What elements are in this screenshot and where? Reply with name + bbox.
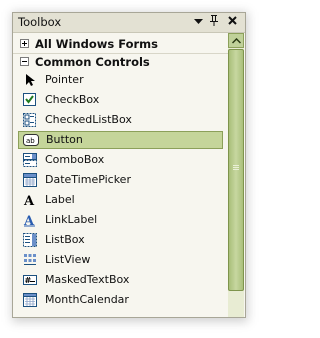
toolbox-titlebar: Toolbox bbox=[13, 13, 245, 33]
vertical-scrollbar[interactable] bbox=[228, 33, 244, 317]
grip-line bbox=[233, 165, 239, 166]
toolbox-item-pointer[interactable]: Pointer bbox=[18, 71, 223, 89]
toolbox-panel: Toolbox All Windows Forms Common Control… bbox=[12, 12, 246, 318]
collapse-minus-icon[interactable] bbox=[20, 57, 29, 66]
listbox-icon bbox=[23, 232, 37, 247]
window-position-dropdown-icon[interactable] bbox=[191, 14, 205, 30]
maskedtextbox-icon: # bbox=[23, 272, 37, 286]
linklabel-icon: A bbox=[23, 212, 37, 229]
category-label: Common Controls bbox=[35, 55, 150, 69]
toolbox-item-partial bbox=[18, 311, 223, 317]
item-label: Pointer bbox=[45, 73, 84, 86]
svg-text:A: A bbox=[23, 214, 35, 227]
toolbox-item-checkbox[interactable]: CheckBox bbox=[18, 91, 223, 109]
item-label: CheckedListBox bbox=[45, 113, 132, 126]
scrollbar-thumb[interactable] bbox=[228, 49, 244, 291]
toolbox-title: Toolbox bbox=[18, 15, 62, 29]
datetimepicker-icon bbox=[23, 172, 37, 187]
item-label: CheckBox bbox=[45, 93, 100, 106]
category-label: All Windows Forms bbox=[35, 37, 158, 51]
item-label: Button bbox=[46, 133, 83, 146]
item-label: ListView bbox=[45, 253, 91, 266]
listview-icon bbox=[23, 252, 37, 266]
item-label: MaskedTextBox bbox=[45, 273, 130, 286]
toolbox-item-label[interactable]: A Label bbox=[18, 191, 223, 209]
close-icon[interactable] bbox=[225, 14, 239, 30]
grip-line bbox=[233, 167, 239, 168]
svg-text:ab: ab bbox=[26, 137, 35, 145]
toolbox-item-checkedlistbox[interactable]: CheckedListBox bbox=[18, 111, 223, 129]
svg-text:A: A bbox=[23, 194, 35, 207]
item-label: Label bbox=[45, 193, 75, 206]
toolbox-item-linklabel[interactable]: A LinkLabel bbox=[18, 211, 223, 229]
toolbox-item-datetimepicker[interactable]: DateTimePicker bbox=[18, 171, 223, 189]
button-icon: ab bbox=[23, 132, 39, 146]
toolbox-item-maskedtextbox[interactable]: # MaskedTextBox bbox=[18, 271, 223, 289]
expand-plus-icon[interactable] bbox=[20, 39, 29, 48]
svg-text:#: # bbox=[25, 276, 32, 285]
label-icon: A bbox=[23, 192, 37, 209]
toolbox-item-listbox[interactable]: ListBox bbox=[18, 231, 223, 249]
auto-hide-pin-icon[interactable] bbox=[207, 14, 221, 30]
toolbox-item-button[interactable]: ab Button bbox=[18, 131, 223, 149]
checkedlistbox-icon bbox=[23, 112, 37, 127]
monthcalendar-icon bbox=[23, 292, 37, 307]
pointer-icon bbox=[23, 72, 37, 86]
category-all-windows-forms[interactable]: All Windows Forms bbox=[13, 36, 228, 53]
item-label: LinkLabel bbox=[45, 213, 98, 226]
combobox-icon bbox=[23, 152, 37, 167]
toolbox-item-combobox[interactable]: ComboBox bbox=[18, 151, 223, 169]
item-label: ComboBox bbox=[45, 153, 105, 166]
item-label: DateTimePicker bbox=[45, 173, 131, 186]
scroll-up-icon[interactable] bbox=[228, 33, 244, 48]
item-label: ListBox bbox=[45, 233, 85, 246]
toolbox-item-listview[interactable]: ListView bbox=[18, 251, 223, 269]
grip-line bbox=[233, 169, 239, 170]
checkbox-icon bbox=[23, 92, 37, 106]
category-common-controls[interactable]: Common Controls bbox=[13, 54, 228, 71]
toolbox-item-monthcalendar[interactable]: MonthCalendar bbox=[18, 291, 223, 309]
item-label: MonthCalendar bbox=[45, 293, 129, 306]
